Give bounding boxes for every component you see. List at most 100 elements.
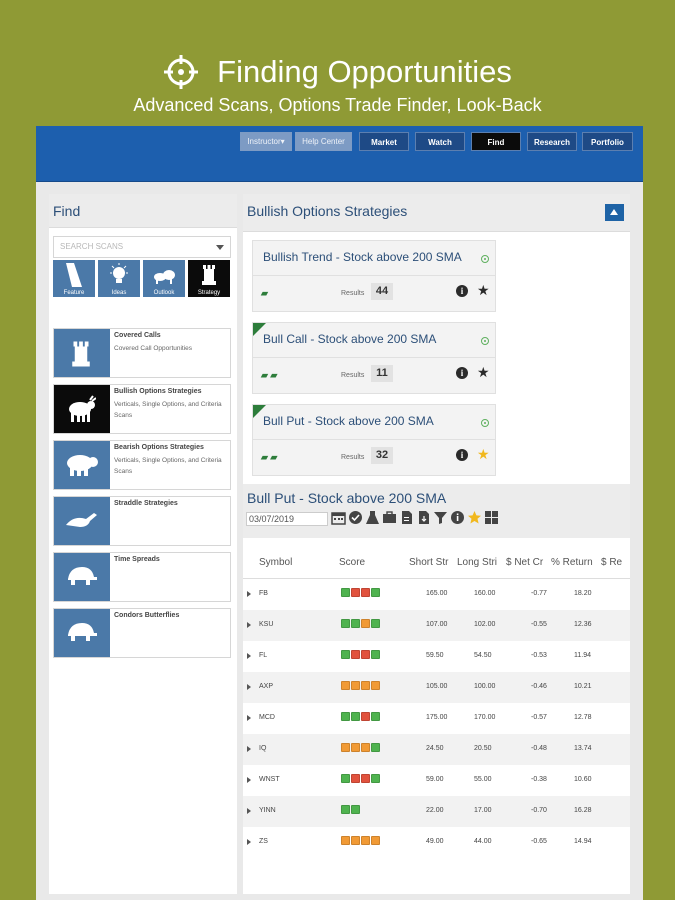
expand-arrow-icon[interactable] (247, 808, 251, 814)
strategy-card-footer: ▰ ▰ Results 11 i ★ (252, 358, 496, 394)
result-header: Bull Put - Stock above 200 SMA 03/07/201… (243, 484, 630, 538)
score-square-icon (361, 681, 370, 690)
col-score-header[interactable]: Score (339, 557, 389, 568)
check-circle-icon[interactable] (348, 510, 363, 525)
info-icon[interactable]: i (456, 449, 468, 461)
document-icon[interactable] (399, 510, 414, 525)
cell-return: 11.94 (574, 652, 591, 659)
info-icon[interactable] (450, 510, 465, 525)
nav-portfolio-button[interactable]: Portfolio (582, 132, 633, 151)
scan-title: Bullish Options Strategies (114, 388, 202, 395)
date-input[interactable]: 03/07/2019 (246, 512, 328, 526)
expand-arrow-icon[interactable] (247, 777, 251, 783)
expand-arrow-icon[interactable] (247, 746, 251, 752)
table-row[interactable]: KSU 107.00 102.00 -0.55 12.36 (243, 610, 630, 641)
strategy-card-header[interactable]: Bull Put - Stock above 200 SMA (252, 404, 496, 440)
expand-arrow-icon[interactable] (247, 715, 251, 721)
flask-icon[interactable] (365, 510, 380, 525)
strategy-card-bull-call[interactable]: Bull Call - Stock above 200 SMA ▰ ▰ Resu… (252, 322, 496, 394)
score-square-icon (341, 619, 350, 628)
filter-icon[interactable] (433, 510, 448, 525)
bull-icon (69, 395, 96, 422)
scan-thumb (54, 497, 110, 545)
nav-watch-button[interactable]: Watch (415, 132, 465, 151)
briefcase-icon[interactable] (382, 510, 397, 525)
strategy-card-header[interactable]: Bullish Trend - Stock above 200 SMA (252, 240, 496, 276)
nav-market-button[interactable]: Market (359, 132, 409, 151)
results-count[interactable]: 32 (371, 447, 393, 464)
cell-net-credit: -0.77 (531, 590, 547, 597)
scan-card-covered-calls[interactable]: Covered Calls Covered Call Opportunities (53, 328, 231, 378)
star-icon[interactable]: ★ (477, 282, 490, 299)
table-row[interactable]: IQ 24.50 20.50 -0.48 13.74 (243, 734, 630, 765)
table-row[interactable]: MCD 175.00 170.00 -0.57 12.78 (243, 703, 630, 734)
col-return-dollar-header[interactable]: $ Re (601, 557, 630, 568)
score-square-icon (341, 774, 350, 783)
strategy-card-bullish-trend[interactable]: Bullish Trend - Stock above 200 SMA ▰ Re… (252, 240, 496, 312)
score-square-icon (371, 650, 380, 659)
results-count[interactable]: 11 (371, 365, 393, 382)
expand-arrow-icon[interactable] (247, 591, 251, 597)
nav-find-button[interactable]: Find (471, 132, 521, 151)
cell-net-credit: -0.53 (531, 652, 547, 659)
score-square-icon (351, 774, 360, 783)
radio-icon[interactable] (481, 337, 489, 345)
cell-score (341, 681, 380, 690)
star-icon[interactable]: ★ (477, 446, 490, 463)
results-label: Results (341, 454, 365, 461)
cell-return: 16.28 (574, 807, 592, 814)
tile-outlook[interactable]: Outlook (143, 260, 185, 297)
results-count[interactable]: 44 (371, 283, 393, 300)
calendar-icon[interactable] (331, 510, 346, 525)
info-icon[interactable]: i (456, 285, 468, 297)
info-icon[interactable]: i (456, 367, 468, 379)
table-row[interactable]: YINN 22.00 17.00 -0.70 16.28 (243, 796, 630, 827)
score-square-icon (341, 588, 350, 597)
export-document-icon[interactable] (416, 510, 431, 525)
expand-arrow-icon[interactable] (247, 653, 251, 659)
scan-card-time-spreads[interactable]: Time Spreads (53, 552, 231, 602)
star-icon[interactable] (467, 510, 482, 525)
score-square-icon (351, 619, 360, 628)
radio-icon[interactable] (481, 419, 489, 427)
expand-arrow-icon[interactable] (247, 622, 251, 628)
col-return-header[interactable]: % Return (551, 557, 599, 568)
table-row[interactable]: AXP 105.00 100.00 -0.46 10.21 (243, 672, 630, 703)
scan-title: Condors Butterflies (114, 612, 180, 619)
ramp-icon (66, 263, 82, 287)
radio-icon[interactable] (481, 255, 489, 263)
strategy-card-bull-put[interactable]: Bull Put - Stock above 200 SMA ▰ ▰ Resul… (252, 404, 496, 476)
table-row[interactable]: ZS 49.00 44.00 -0.65 14.94 (243, 827, 630, 858)
table-body: FB 165.00 160.00 -0.77 18.20 KSU 107.00 102.00 -… (243, 579, 630, 858)
score-square-icon (341, 836, 350, 845)
col-symbol-header[interactable]: Symbol (259, 557, 319, 568)
cell-net-credit: -0.65 (531, 838, 547, 845)
nav-research-button[interactable]: Research (527, 132, 577, 151)
star-icon[interactable]: ★ (477, 364, 490, 381)
grid-icon[interactable] (484, 510, 499, 525)
scan-card-bullish-options[interactable]: Bullish Options Strategies Verticals, Si… (53, 384, 231, 434)
table-row[interactable]: FB 165.00 160.00 -0.77 18.20 (243, 579, 630, 610)
tile-ideas[interactable]: Ideas (98, 260, 140, 297)
score-square-icon (361, 774, 370, 783)
search-scans-input[interactable]: SEARCH SCANS (53, 236, 231, 258)
col-long-strike-header[interactable]: Long Stri (457, 557, 505, 568)
scan-card-bearish-options[interactable]: Bearish Options Strategies Verticals, Si… (53, 440, 231, 490)
collapse-button[interactable] (605, 204, 624, 221)
strategy-card-header[interactable]: Bull Call - Stock above 200 SMA (252, 322, 496, 358)
tile-feature[interactable]: Feature (53, 260, 95, 297)
scan-card-condors-butterflies[interactable]: Condors Butterflies (53, 608, 231, 658)
col-short-strike-header[interactable]: Short Str (409, 557, 457, 568)
score-square-icon (361, 588, 370, 597)
col-net-credit-header[interactable]: $ Net Cr (506, 557, 550, 568)
table-row[interactable]: FL 59.50 54.50 -0.53 11.94 (243, 641, 630, 672)
nav-instructor-button[interactable]: Instructor▾ (240, 132, 292, 151)
scan-card-straddle[interactable]: Straddle Strategies (53, 496, 231, 546)
table-row[interactable]: WNST 59.00 55.00 -0.38 10.60 (243, 765, 630, 796)
chevron-down-icon[interactable] (216, 245, 224, 250)
expand-arrow-icon[interactable] (247, 839, 251, 845)
cell-symbol: YINN (259, 807, 276, 814)
expand-arrow-icon[interactable] (247, 684, 251, 690)
nav-help-center-button[interactable]: Help Center (295, 132, 352, 151)
tile-strategy[interactable]: Strategy (188, 260, 230, 297)
